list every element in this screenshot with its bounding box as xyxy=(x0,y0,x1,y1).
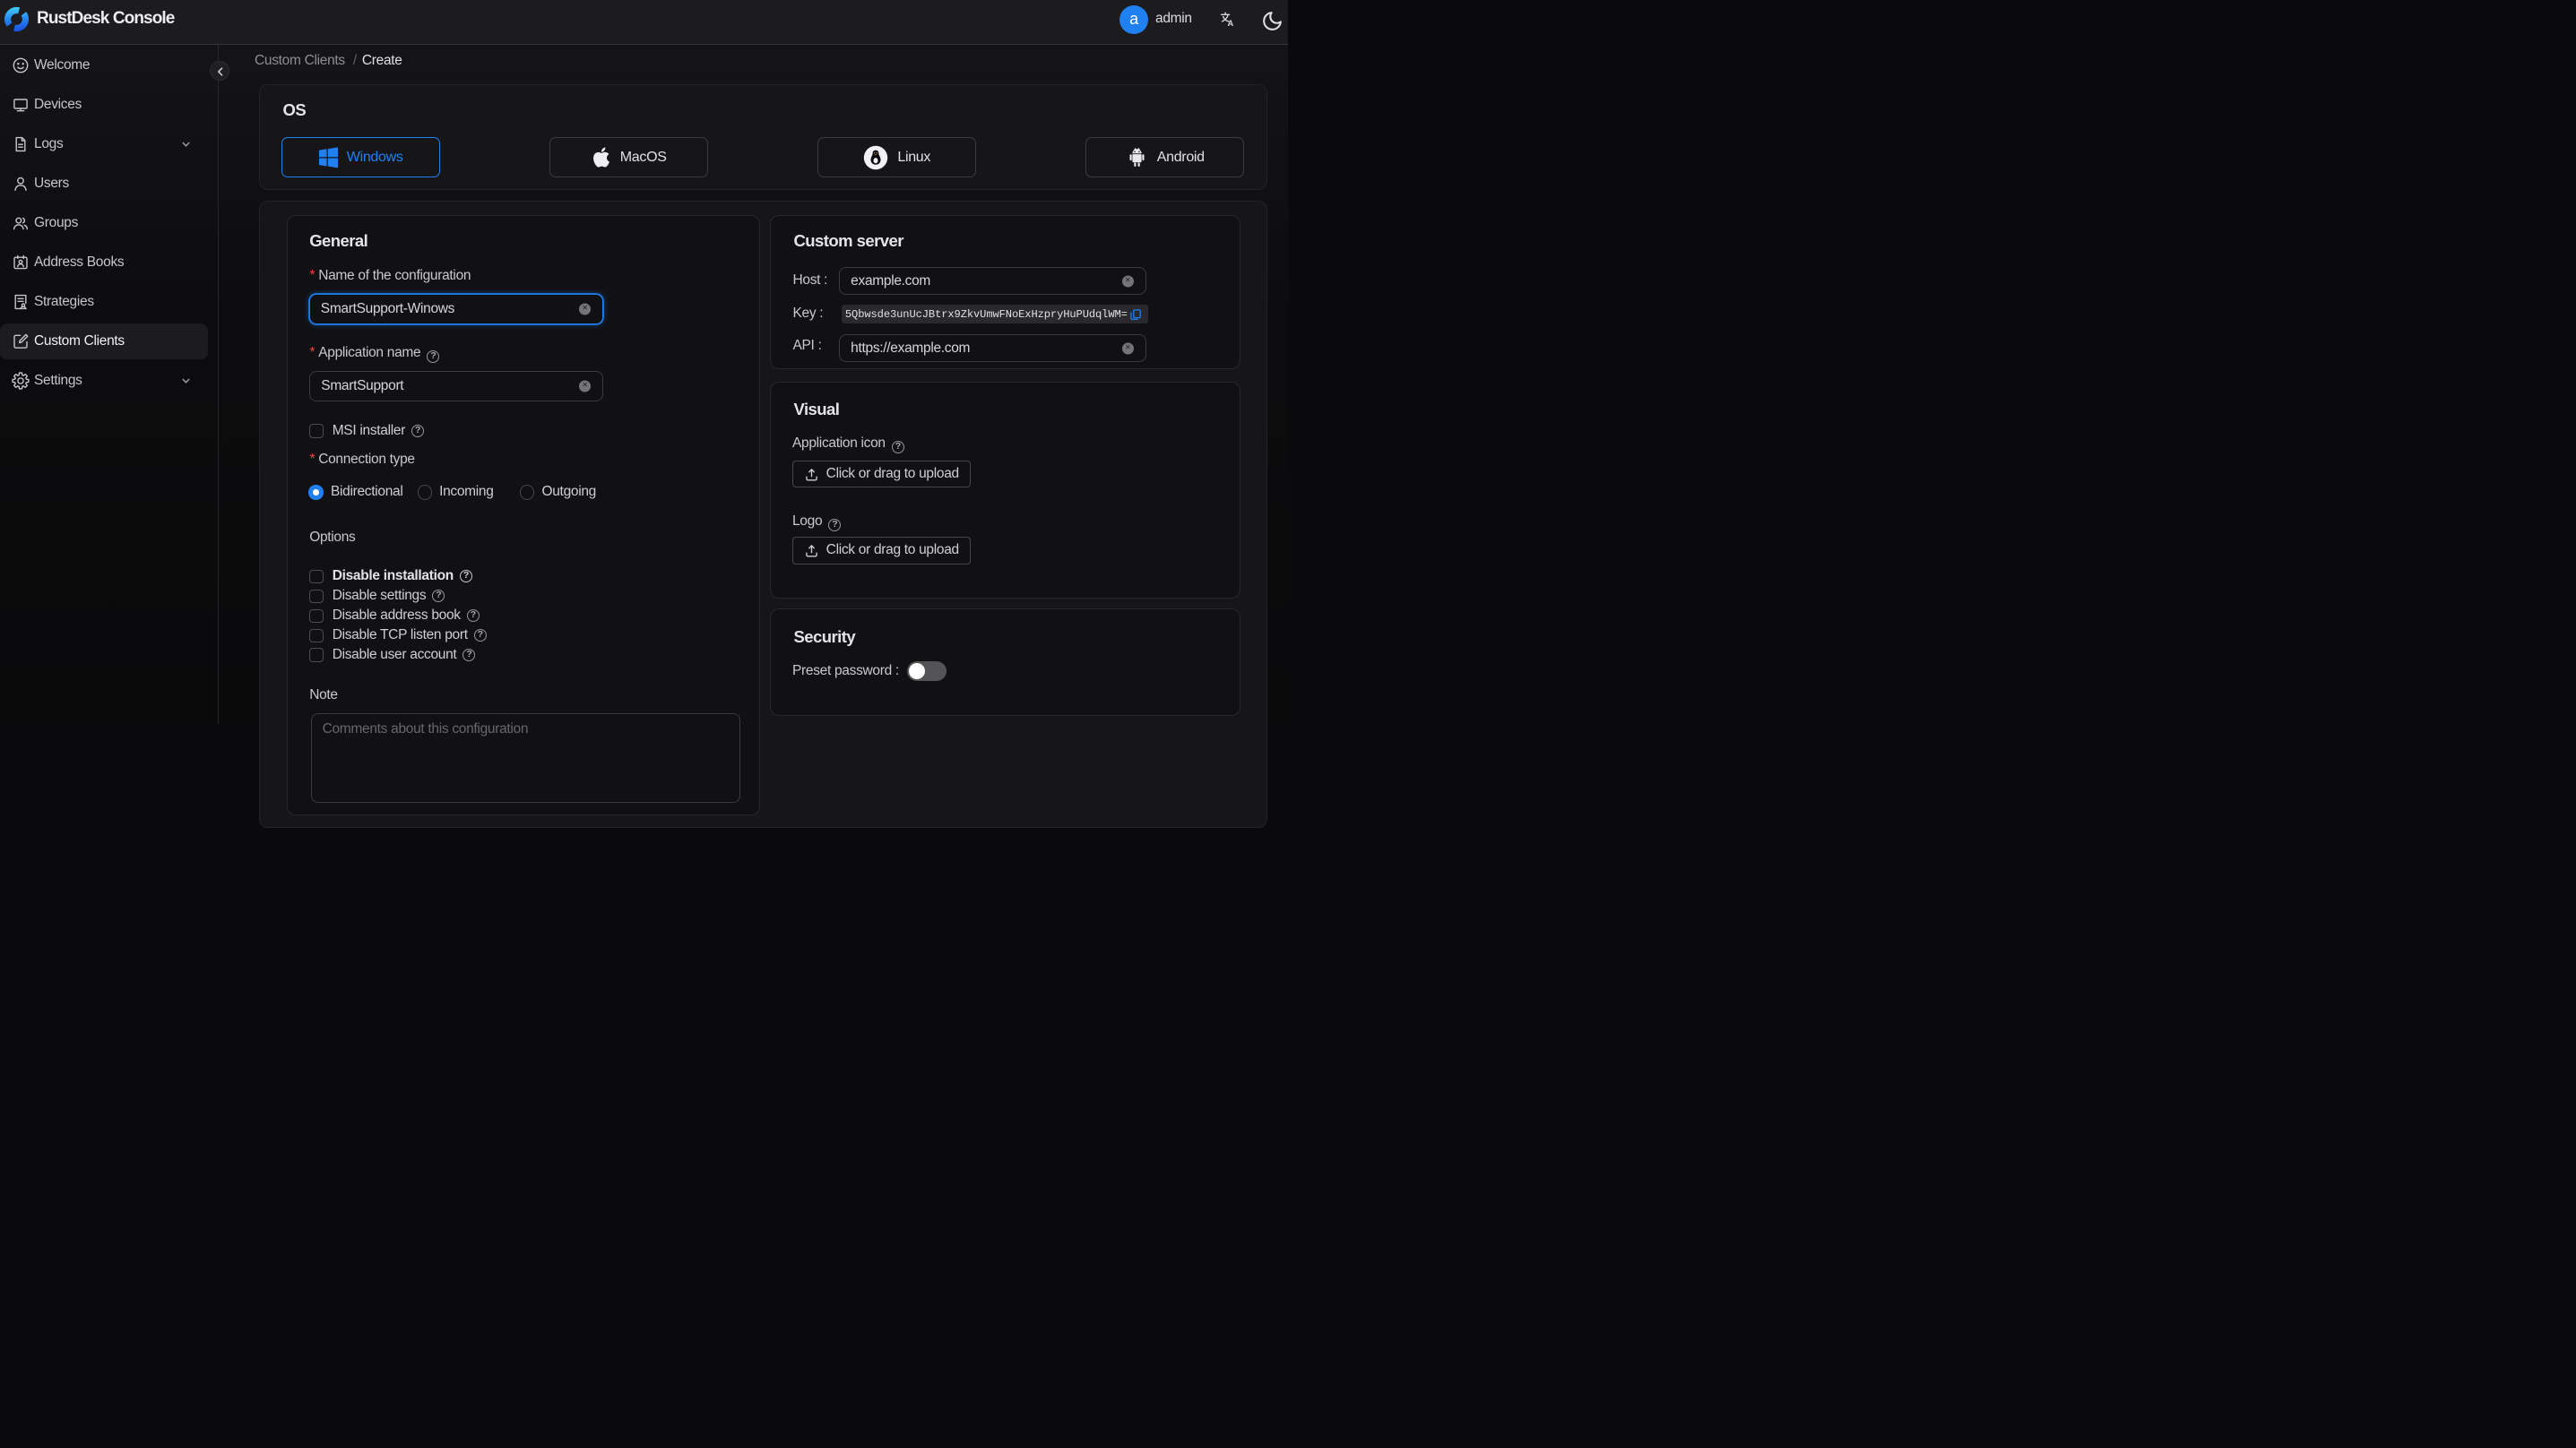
svg-text:A: A xyxy=(1228,19,1234,28)
